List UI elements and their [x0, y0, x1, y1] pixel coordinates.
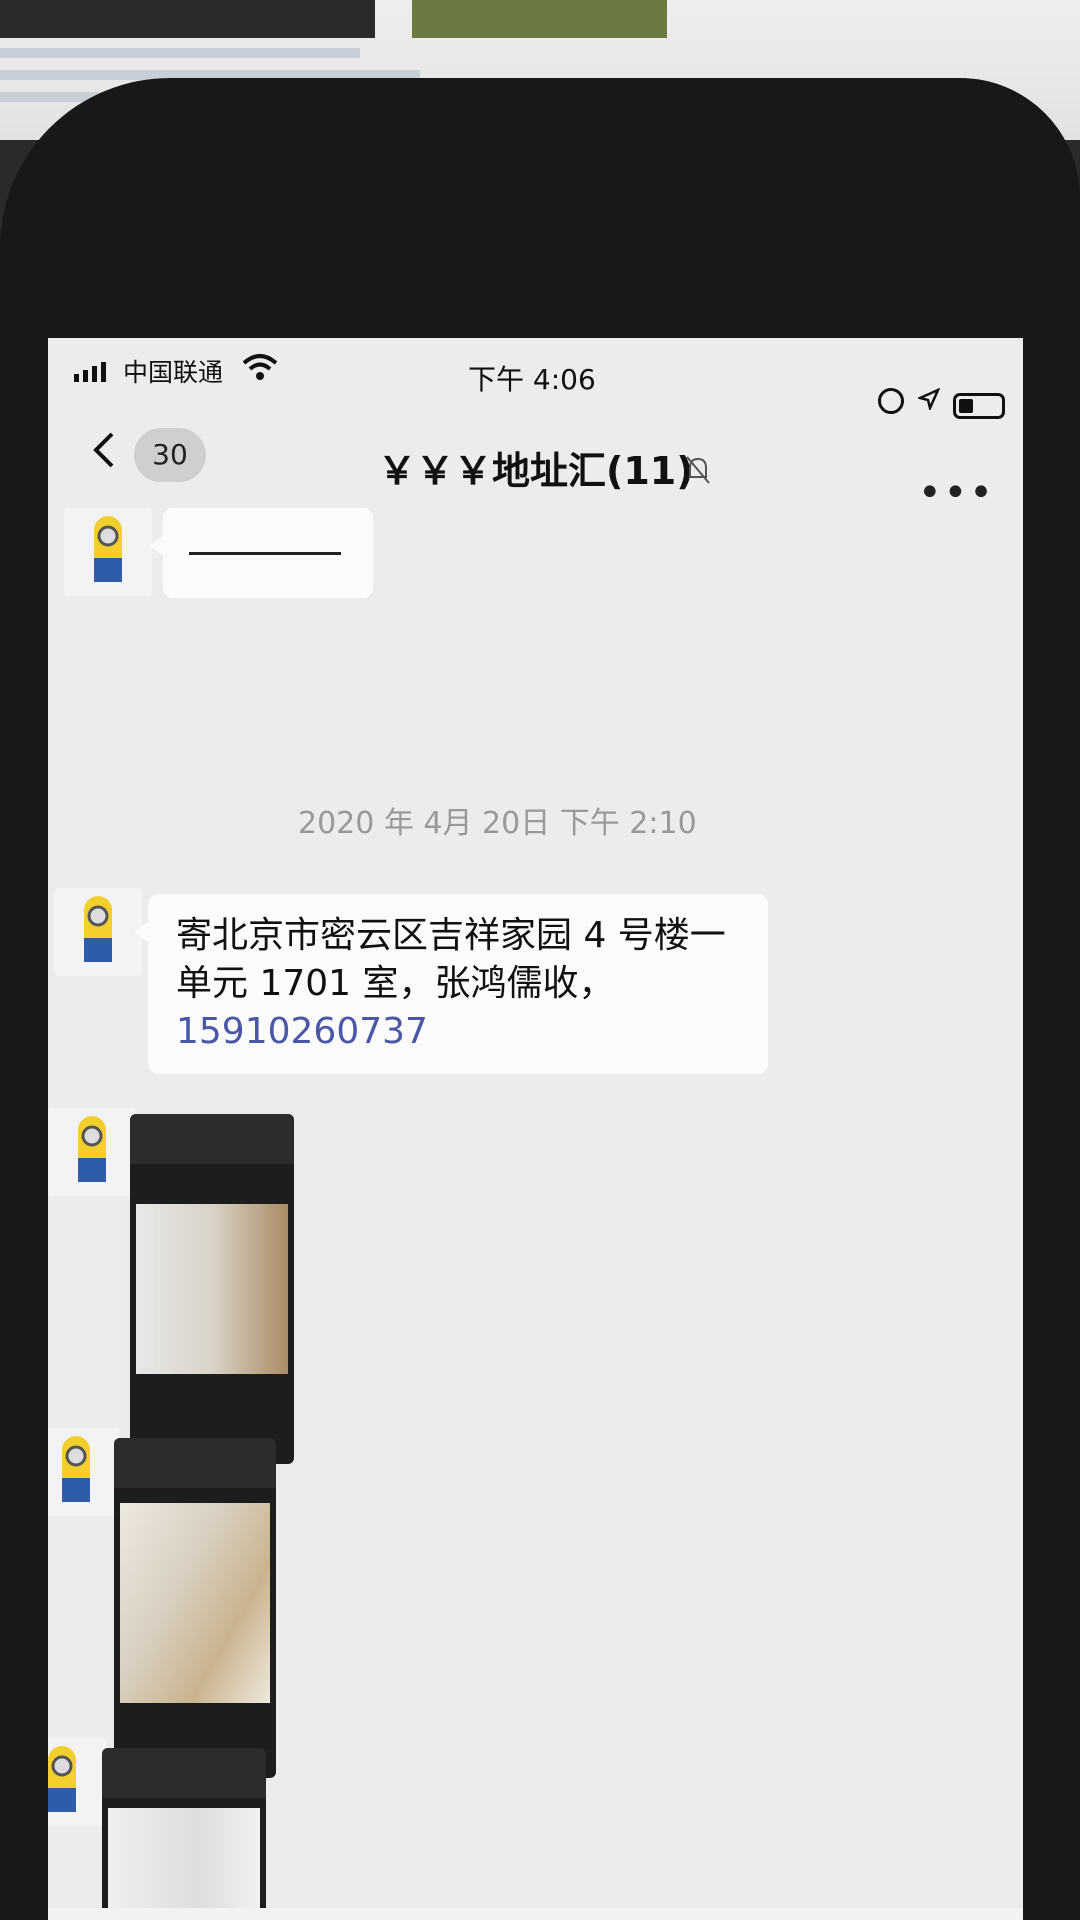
chat-message-list[interactable]: 2020 年 4月 20日 下午 2:10 寄北京市密云区吉祥家园 4 号楼一单… — [48, 508, 1023, 1918]
monitor-text-line — [0, 48, 360, 58]
wifi-icon — [242, 354, 278, 380]
chat-header: 30 ￥￥￥地址汇(11) ••• — [48, 410, 1023, 516]
product-photo — [120, 1503, 270, 1703]
image-message-lancome[interactable] — [130, 1114, 294, 1464]
image-message-products[interactable] — [102, 1748, 266, 1918]
image-message-skii[interactable] — [114, 1438, 276, 1778]
back-icon[interactable] — [88, 430, 118, 470]
address-message-bubble[interactable]: 寄北京市密云区吉祥家园 4 号楼一单元 1701 室，张鸿儒收， 1591026… — [134, 894, 768, 1076]
status-bar: 中国联通 下午 4:06 — [48, 338, 1023, 419]
address-text: 寄北京市密云区吉祥家园 4 号楼一单元 1701 室，张鸿儒收， — [176, 915, 726, 1004]
signal-icon — [74, 362, 106, 382]
message-bubble[interactable] — [149, 508, 373, 598]
phone-screen: 中国联通 下午 4:06 30 ￥￥￥地址汇(11) ••• 2020 年 4月… — [48, 338, 1023, 1920]
image-top-bar — [130, 1114, 294, 1164]
image-top-bar — [102, 1748, 266, 1798]
avatar-minion-icon[interactable] — [54, 888, 142, 976]
carrier-name: 中国联通 — [123, 358, 224, 387]
unread-count-badge[interactable]: 30 — [134, 428, 206, 482]
address-message-text[interactable]: 寄北京市密云区吉祥家园 4 号楼一单元 1701 室，张鸿儒收， 1591026… — [148, 894, 768, 1076]
photo-scene: 中国联通 下午 4:06 30 ￥￥￥地址汇(11) ••• 2020 年 4月… — [0, 0, 1080, 1920]
status-time: 下午 4:06 — [468, 363, 596, 396]
product-photo — [108, 1808, 260, 1918]
location-icon — [918, 388, 940, 410]
chat-title: ￥￥￥地址汇(11) — [378, 449, 694, 493]
message-dash-line — [189, 552, 341, 555]
monitor-thumbnail-photo — [412, 0, 667, 38]
mute-bell-icon — [686, 456, 710, 484]
message-input-bar[interactable] — [48, 1908, 1023, 1920]
message-timestamp: 2020 年 4月 20日 下午 2:10 — [298, 806, 697, 841]
avatar-minion-icon[interactable] — [48, 1738, 106, 1826]
monitor-thumbnail-dark — [0, 0, 375, 38]
avatar-minion-icon[interactable] — [64, 508, 152, 596]
avatar-minion-icon[interactable] — [48, 1108, 136, 1196]
avatar-minion-icon[interactable] — [48, 1428, 120, 1516]
image-top-bar — [114, 1438, 276, 1488]
product-photo — [136, 1204, 288, 1374]
phone-number-link[interactable]: 15910260737 — [176, 1008, 744, 1056]
